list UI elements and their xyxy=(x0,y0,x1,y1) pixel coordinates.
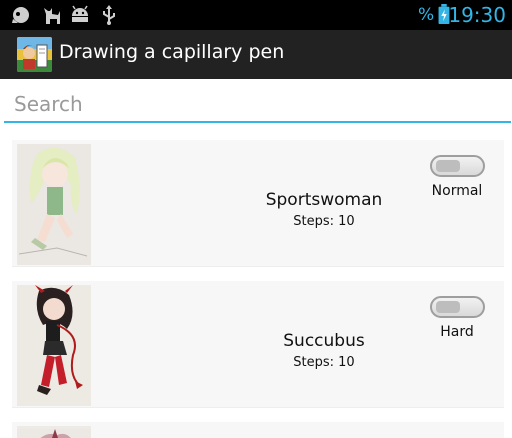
battery-percent-text: % xyxy=(418,5,435,25)
difficulty-label: Hard xyxy=(440,324,474,340)
page-title: Drawing a capillary pen xyxy=(59,41,285,63)
difficulty-label: Normal xyxy=(431,183,483,199)
notification-icon xyxy=(12,7,29,23)
difficulty-toggle[interactable] xyxy=(430,296,485,318)
usb-icon xyxy=(103,5,115,25)
app-icon[interactable] xyxy=(17,37,52,72)
cat-icon xyxy=(44,8,60,24)
difficulty-toggle[interactable] xyxy=(430,155,485,177)
list-item[interactable]: Succubus Steps: 10 Hard xyxy=(12,281,504,408)
list-item[interactable]: Sportswoman Steps: 10 Normal xyxy=(12,140,504,267)
toggle-knob xyxy=(436,301,460,313)
list-item[interactable] xyxy=(12,422,504,438)
search-input[interactable] xyxy=(14,89,494,119)
item-thumbnail xyxy=(17,285,91,406)
search-field[interactable] xyxy=(4,85,511,123)
android-icon xyxy=(72,5,88,22)
item-thumbnail xyxy=(17,144,91,265)
item-steps: Steps: 10 xyxy=(293,355,355,370)
item-thumbnail xyxy=(17,426,91,438)
toggle-knob xyxy=(436,160,460,172)
status-time: 19:30 xyxy=(448,3,506,27)
item-steps: Steps: 10 xyxy=(293,214,355,229)
item-title: Succubus xyxy=(283,331,365,351)
item-title: Sportswoman xyxy=(265,190,383,210)
status-bar: % 19:30 xyxy=(0,0,512,30)
